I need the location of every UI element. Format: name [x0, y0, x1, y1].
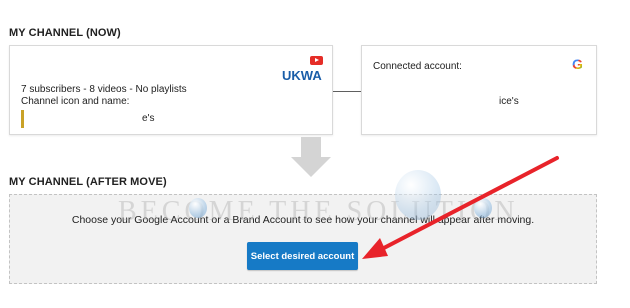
watermark-drop-icon	[189, 198, 207, 218]
down-arrow-head-icon	[291, 157, 331, 177]
section-label-after: MY CHANNEL (AFTER MOVE)	[9, 176, 167, 188]
channel-name[interactable]: UKWA	[282, 68, 322, 83]
youtube-icon	[310, 56, 323, 65]
watermark-text: BECOME THE SOLUTION	[118, 196, 519, 227]
connector-line	[333, 91, 361, 92]
watermark-globe-icon	[395, 170, 441, 220]
connected-account-label: Connected account:	[373, 61, 462, 72]
channel-icon-name-label: Channel icon and name:	[21, 96, 130, 107]
google-icon: G	[572, 56, 583, 72]
down-arrow-icon	[301, 137, 321, 157]
channel-card: UKWA 7 subscribers - 8 videos - No playl…	[9, 45, 333, 135]
connected-account-name: ice's	[499, 96, 519, 107]
section-label-now: MY CHANNEL (NOW)	[9, 27, 121, 39]
watermark-drop-icon	[474, 198, 492, 218]
channel-owner-name: e's	[142, 113, 155, 124]
connected-account-card: Connected account: G ice's	[361, 45, 597, 135]
select-account-button[interactable]: Select desired account	[247, 242, 358, 270]
channel-avatar	[21, 110, 24, 128]
channel-stats: 7 subscribers - 8 videos - No playlists	[21, 84, 187, 95]
